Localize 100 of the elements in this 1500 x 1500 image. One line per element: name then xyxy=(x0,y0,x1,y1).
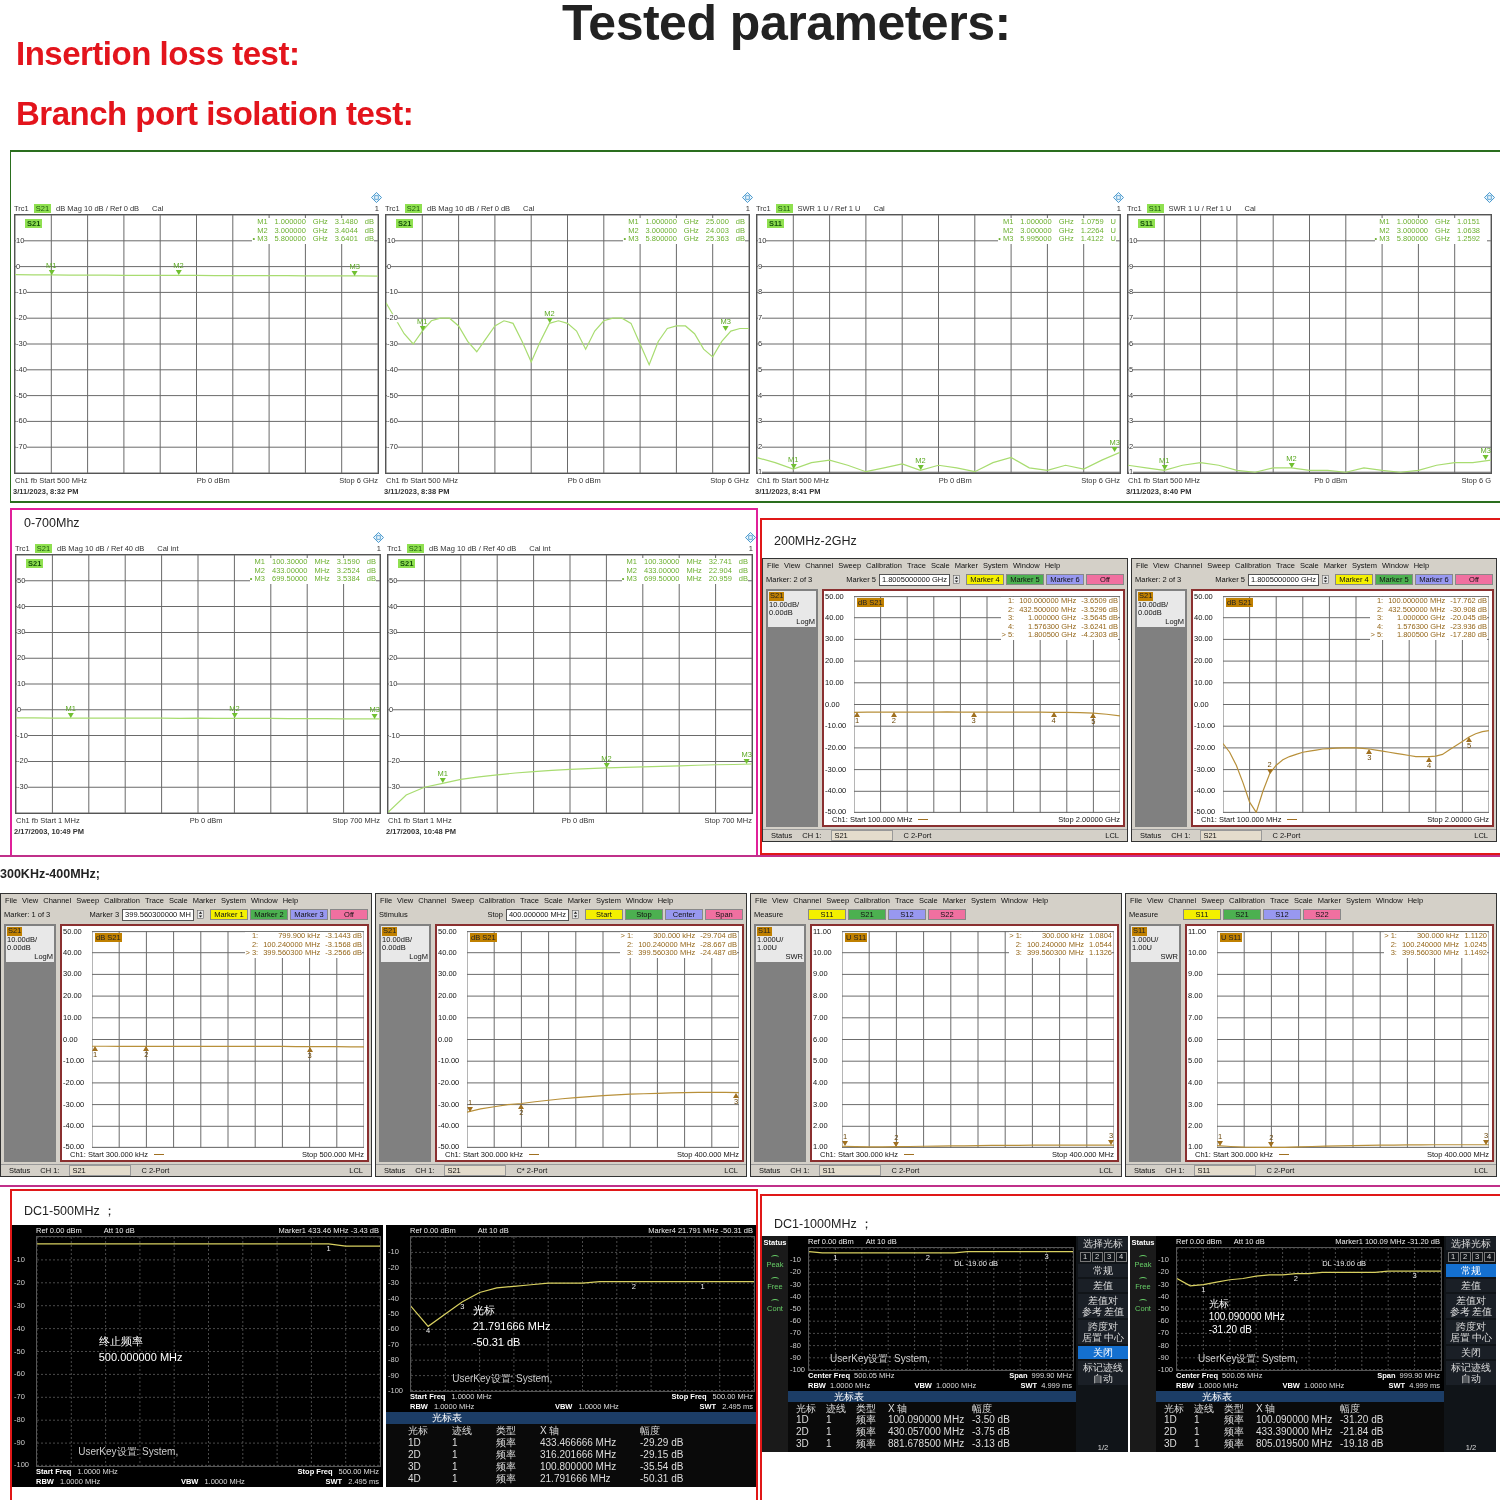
table-cell-text: 1 xyxy=(1194,1438,1201,1450)
table-cell-text: 1 xyxy=(1194,1426,1201,1438)
table-cell-text: 316.201666 MHz xyxy=(540,1449,618,1461)
marker-info: 终止频率 xyxy=(98,1334,144,1350)
table-cell-text: 频率 xyxy=(496,1437,517,1449)
table-cell-text: 881.678500 MHz xyxy=(888,1438,966,1450)
userkey-text: UserKey设置: System, xyxy=(1198,1352,1299,1367)
table-cell-text: 1 xyxy=(452,1461,459,1473)
spinner-icon[interactable] xyxy=(197,909,204,920)
softkey[interactable]: 跨度对 居置 中心 xyxy=(1078,1320,1128,1344)
column-header: 幅度 xyxy=(640,1425,661,1437)
softkey[interactable]: 差值对 参考 差值 xyxy=(1078,1294,1128,1318)
range-caption: 200MHz-2GHz xyxy=(773,533,858,550)
table-cell-text: -50.31 dB xyxy=(640,1473,685,1485)
table-cell-text: 1D xyxy=(796,1414,810,1426)
softkey[interactable]: 标记迹线 自动 xyxy=(1446,1361,1496,1385)
table-cell-text: 100.090000 MHz xyxy=(1256,1414,1334,1426)
range-caption: DC1-500MHz ； xyxy=(23,1203,118,1220)
marker-info: 100.090000 MHz xyxy=(1208,1309,1285,1323)
table-cell-text: 频率 xyxy=(856,1414,877,1426)
table-cell-text: 430.057000 MHz xyxy=(888,1426,966,1438)
column-header: 类型 xyxy=(1224,1403,1245,1414)
section-heading: Branch port isolation test: xyxy=(16,94,415,134)
table-cell-text: 2D xyxy=(796,1426,810,1438)
marker-info: -31.20 dB xyxy=(1208,1322,1254,1336)
softkey[interactable]: 差值对 参考 差值 xyxy=(1446,1294,1496,1318)
spinner-icon[interactable] xyxy=(953,574,960,585)
table-cell-text: 1 xyxy=(826,1438,833,1450)
column-header: X 轴 xyxy=(1256,1403,1277,1414)
table-cell-text: -21.84 dB xyxy=(1340,1426,1385,1438)
column-header: 迹线 xyxy=(826,1403,847,1414)
column-header: 光标 xyxy=(796,1403,817,1414)
softkey[interactable]: 关闭 xyxy=(1446,1346,1496,1359)
table-cell-text: 805.019500 MHz xyxy=(1256,1438,1334,1450)
softkey[interactable]: 常规 xyxy=(1446,1264,1496,1277)
table-cell-text: 频率 xyxy=(1224,1426,1245,1438)
table-cell-text: 2D xyxy=(1164,1426,1178,1438)
table-cell-text: -29.15 dB xyxy=(640,1449,685,1461)
table-cell-text: 频率 xyxy=(496,1461,517,1473)
column-header: X 轴 xyxy=(540,1425,561,1437)
table-cell-text: 433.466666 MHz xyxy=(540,1437,618,1449)
table-cell-text: -3.75 dB xyxy=(972,1426,1011,1438)
softkey[interactable]: 选择光标 xyxy=(1078,1237,1128,1250)
table-cell-text: -3.50 dB xyxy=(972,1414,1011,1426)
range-caption: 300KHz-400MHz; xyxy=(0,866,102,883)
table-cell-text: 频率 xyxy=(1224,1438,1245,1450)
userkey-text: UserKey设置: System, xyxy=(452,1372,553,1387)
userkey-text: UserKey设置: System, xyxy=(830,1352,931,1367)
spinner-icon[interactable] xyxy=(572,909,579,920)
column-header: 光标 xyxy=(408,1425,429,1437)
table-cell-text: 100.090000 MHz xyxy=(888,1414,966,1426)
table-cell-text: 频率 xyxy=(496,1473,517,1485)
range-caption: DC1-1000MHz ； xyxy=(773,1216,875,1233)
marker-info: 光标 xyxy=(472,1302,496,1318)
table-cell-text: 1 xyxy=(452,1473,459,1485)
table-cell-text: -3.13 dB xyxy=(972,1438,1011,1450)
table-cell-text: 频率 xyxy=(1224,1414,1245,1426)
marker-info: -50.31 dB xyxy=(472,1334,522,1350)
table-cell-text: 100.800000 MHz xyxy=(540,1461,618,1473)
table-cell-text: 1 xyxy=(1194,1414,1201,1426)
table-cell-text: 1 xyxy=(452,1437,459,1449)
page-title: Tested parameters: xyxy=(562,0,1012,53)
column-header: 幅度 xyxy=(1340,1403,1361,1414)
column-header: 幅度 xyxy=(972,1403,993,1414)
table-cell-text: 3D xyxy=(408,1461,422,1473)
table-title: 光标表 xyxy=(788,1391,1076,1402)
userkey-text: UserKey设置: System, xyxy=(78,1445,179,1460)
softkey[interactable]: 关闭 xyxy=(1078,1346,1128,1359)
marker-info: 500.000000 MHz xyxy=(98,1350,183,1366)
diamond-icon xyxy=(745,532,756,543)
softkey[interactable]: 常规 xyxy=(1078,1264,1128,1277)
column-header: 类型 xyxy=(856,1403,877,1414)
softkey[interactable]: 跨度对 居置 中心 xyxy=(1446,1320,1496,1344)
table-cell-text: -31.20 dB xyxy=(1340,1414,1385,1426)
table-title: 光标表 xyxy=(386,1412,756,1424)
column-header: 迹线 xyxy=(452,1425,473,1437)
diamond-icon xyxy=(742,192,753,203)
table-cell-text: 1D xyxy=(1164,1414,1178,1426)
table-cell-text: 1 xyxy=(452,1449,459,1461)
spinner-icon[interactable] xyxy=(1322,574,1329,585)
table-cell-text: -35.54 dB xyxy=(640,1461,685,1473)
table-cell-text: -19.18 dB xyxy=(1340,1438,1385,1450)
table-cell-text: 433.390000 MHz xyxy=(1256,1426,1334,1438)
diamond-icon xyxy=(371,192,382,203)
table-cell-text: 21.791666 MHz xyxy=(540,1473,612,1485)
softkey[interactable]: 差值 xyxy=(1078,1279,1128,1292)
softkey[interactable]: 标记迹线 自动 xyxy=(1078,1361,1128,1385)
table-title: 光标表 xyxy=(1156,1391,1444,1402)
softkey[interactable]: 选择光标 xyxy=(1446,1237,1496,1250)
table-cell-text: 频率 xyxy=(856,1426,877,1438)
section-heading: Insertion loss test: xyxy=(16,34,301,74)
table-cell-text: 1 xyxy=(826,1426,833,1438)
column-header: 光标 xyxy=(1164,1403,1185,1414)
diamond-icon xyxy=(1484,192,1495,203)
marker-info: 光标 xyxy=(1208,1296,1230,1310)
softkey[interactable]: 差值 xyxy=(1446,1279,1496,1292)
table-cell-text: 1D xyxy=(408,1437,422,1449)
table-cell-text: 频率 xyxy=(856,1438,877,1450)
range-caption: 0-700Mhz xyxy=(23,515,81,532)
table-cell-text: 频率 xyxy=(496,1449,517,1461)
